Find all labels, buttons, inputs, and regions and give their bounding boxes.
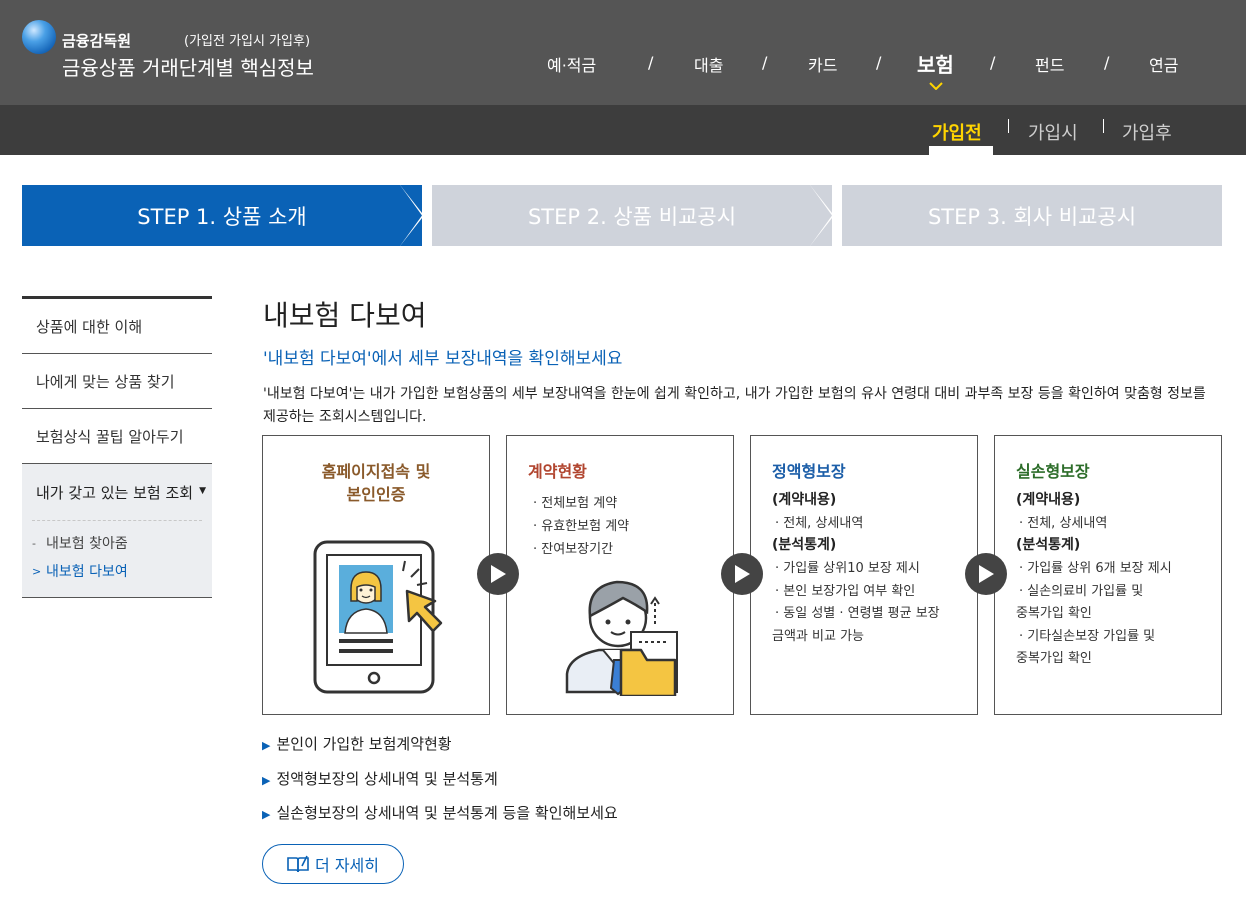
card-line: · 가입률 상위10 보장 제시	[775, 561, 920, 576]
gnb-item-pension[interactable]: 연금	[1149, 52, 1178, 76]
step-label: STEP 1. 상품 소개	[137, 204, 307, 229]
gnb-item-card[interactable]: 카드	[808, 52, 837, 76]
card-line: · 유효한보험 계약	[533, 519, 630, 534]
process-card-contracts: 계약현황 · 전체보험 계약 · 유효한보험 계약 · 잔여보장기간	[506, 435, 734, 715]
lnb-item-tips[interactable]: 보험상식 꿀팁 알아두기	[22, 409, 212, 464]
lnb-sub-find-my-insurance[interactable]: - 내보험 찾아줌	[22, 529, 212, 557]
card-section-head: (계약내용)	[1016, 492, 1081, 508]
dash-marker: -	[32, 536, 36, 550]
gnb-item-loan[interactable]: 대출	[694, 52, 723, 76]
page-title: 내보험 다보여	[263, 299, 427, 332]
chevron-down-icon	[929, 82, 943, 90]
gnb-separator: /	[762, 53, 768, 72]
card-title: 홈페이지접속 및	[321, 462, 431, 481]
card-section-head: (계약내용)	[772, 492, 837, 508]
gnb-item-fund[interactable]: 펀드	[1035, 52, 1064, 76]
lnb-group-label: 내가 갖고 있는 보험 조회	[36, 483, 194, 502]
top-header: 금융감독원 (가입전 가입시 가입후) 금융상품 거래단계별 핵심정보 예·적금…	[0, 0, 1246, 105]
tablet-login-icon	[313, 540, 443, 694]
more-button-label: 더 자세히	[315, 856, 379, 875]
lnb-sub-label: 내보험 찾아줌	[46, 536, 128, 552]
card-title: 정액형보장	[772, 462, 846, 481]
lnb-item-find-product[interactable]: 나에게 맞는 상품 찾기	[22, 354, 212, 409]
card-section-head: (분석통계)	[1016, 537, 1081, 553]
card-line: · 본인 보장가입 여부 확인	[775, 584, 916, 599]
card-line: 중복가입 확인	[1016, 651, 1092, 666]
card-line: · 잔여보장기간	[533, 542, 614, 557]
triangle-right-icon: ▶	[262, 739, 271, 752]
step-1-tab[interactable]: STEP 1. 상품 소개	[22, 185, 422, 246]
lnb-item-understanding[interactable]: 상품에 대한 이해	[22, 299, 212, 354]
card-line: 금액과 비교 가능	[772, 629, 864, 644]
bullet-text: 정액형보장의 상세내역 및 분석통계	[276, 770, 498, 788]
fss-logo-icon	[22, 20, 56, 54]
step-2-tab[interactable]: STEP 2. 상품 비교공시	[432, 185, 832, 246]
subnav-before-join[interactable]: 가입전	[932, 119, 982, 145]
subnav-divider	[1103, 119, 1104, 133]
lnb-sub-show-my-insurance[interactable]: > 내보험 다보여	[22, 557, 212, 585]
triangle-right-icon: ▶	[262, 774, 271, 787]
subnav-active-indicator	[929, 146, 993, 155]
step-arrow-shape	[810, 185, 834, 246]
left-menu: 상품에 대한 이해 나에게 맞는 상품 찾기 보험상식 꿀팁 알아두기 내가 갖…	[22, 296, 212, 598]
triangle-right-icon: ▶	[262, 808, 271, 821]
process-card-fixed-coverage: 정액형보장 (계약내용) · 전체, 상세내역 (분석통계) · 가입률 상위1…	[750, 435, 978, 715]
step-label: STEP 3. 회사 비교공시	[927, 204, 1137, 229]
lnb-sub-label: 내보험 다보여	[46, 564, 128, 580]
card-line: · 전체, 상세내역	[775, 516, 864, 531]
lnb-group-header[interactable]: 내가 갖고 있는 보험 조회 ▼	[22, 464, 212, 520]
card-line: · 가입률 상위 6개 보장 제시	[1019, 561, 1172, 576]
feature-bullet: ▶ 실손형보장의 상세내역 및 분석통계 등을 확인해보세요	[262, 802, 618, 823]
gnb-separator: /	[648, 53, 654, 72]
bullet-text: 본인이 가입한 보험계약현황	[276, 735, 452, 753]
feature-bullet: ▶ 정액형보장의 상세내역 및 분석통계	[262, 768, 498, 789]
gnb-separator: /	[876, 53, 882, 72]
step-3-tab[interactable]: STEP 3. 회사 비교공시	[842, 185, 1222, 246]
process-card-login: 홈페이지접속 및 본인인증	[262, 435, 490, 715]
businessman-document-icon	[565, 580, 678, 696]
card-section-head: (분석통계)	[772, 537, 837, 553]
chevron-right-icon: >	[32, 564, 42, 578]
card-line: · 기타실손보장 가입률 및	[1019, 629, 1156, 644]
card-title: 본인인증	[346, 485, 406, 504]
card-line: · 동일 성별 · 연령별 평균 보장	[775, 606, 940, 621]
subnav-divider	[1008, 119, 1009, 133]
gnb-item-savings[interactable]: 예·적금	[547, 52, 596, 76]
card-line: · 전체, 상세내역	[1019, 516, 1108, 531]
card-line: · 실손의료비 가입률 및	[1019, 584, 1144, 599]
gnb-item-insurance[interactable]: 보험	[917, 49, 954, 78]
play-arrow-icon	[721, 553, 763, 595]
gnb-separator: /	[990, 53, 996, 72]
org-name: 금융감독원	[62, 32, 132, 50]
book-icon	[287, 855, 309, 873]
step-label: STEP 2. 상품 비교공시	[527, 204, 737, 229]
page-subtitle: '내보험 다보여'에서 세부 보장내역을 확인해보세요	[263, 349, 623, 369]
bullet-text: 실손형보장의 상세내역 및 분석통계 등을 확인해보세요	[276, 804, 618, 822]
gnb-separator: /	[1104, 53, 1110, 72]
stage-sub-label: (가입전 가입시 가입후)	[184, 34, 311, 49]
step-arrow-shape	[400, 185, 424, 246]
lnb-group-my-insurance: 내가 갖고 있는 보험 조회 ▼ - 내보험 찾아줌 > 내보험 다보여	[22, 464, 212, 598]
card-title: 실손형보장	[1016, 462, 1090, 481]
more-details-button[interactable]: 더 자세히	[262, 844, 404, 884]
play-arrow-icon	[477, 553, 519, 595]
site-title: 금융상품 거래단계별 핵심정보	[62, 56, 314, 80]
feature-bullet: ▶ 본인이 가입한 보험계약현황	[262, 733, 452, 754]
process-card-indemnity-coverage: 실손형보장 (계약내용) · 전체, 상세내역 (분석통계) · 가입률 상위 …	[994, 435, 1222, 715]
subnav-after-join[interactable]: 가입후	[1122, 119, 1172, 145]
caret-down-icon: ▼	[199, 486, 206, 496]
card-title: 계약현황	[528, 462, 587, 481]
page-description: '내보험 다보여'는 내가 가입한 보험상품의 세부 보장내역을 한눈에 쉽게 …	[263, 386, 1206, 425]
card-line: 중복가입 확인	[1016, 606, 1092, 621]
play-arrow-icon	[965, 553, 1007, 595]
sub-nav-bar: 가입전 가입시 가입후	[0, 105, 1246, 155]
subnav-at-join[interactable]: 가입시	[1028, 119, 1078, 145]
card-line: · 전체보험 계약	[533, 496, 618, 511]
